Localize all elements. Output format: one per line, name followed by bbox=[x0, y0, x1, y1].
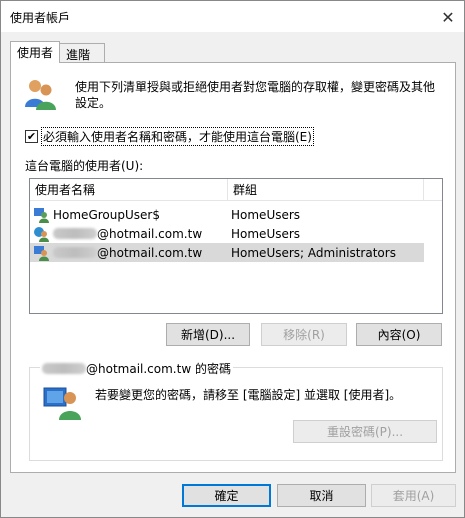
user-group: HomeUsers bbox=[231, 226, 301, 241]
user-accounts-dialog: 使用者帳戶 ✕ 使用者 進階 使用下列清單授與或拒絕使用者對您電腦的存取權，變更… bbox=[0, 0, 465, 518]
admin-user-icon bbox=[34, 245, 49, 261]
user-name: HomeGroupUser$ bbox=[53, 207, 160, 222]
user-listview[interactable]: 使用者名稱 群組 HomeGroupUser$ HomeUsers @hotma… bbox=[29, 178, 443, 314]
user-icon bbox=[34, 207, 49, 223]
user-icon bbox=[34, 226, 49, 242]
redacted-username-mask bbox=[53, 247, 97, 258]
title-bar: 使用者帳戶 ✕ bbox=[1, 1, 464, 32]
tab-advanced[interactable]: 進階 bbox=[59, 43, 105, 63]
redacted-username-mask bbox=[42, 363, 86, 374]
apply-button[interactable]: 套用(A) bbox=[371, 484, 456, 507]
list-header: 使用者名稱 群組 bbox=[30, 179, 442, 201]
password-group-text: 若要變更您的密碼，請移至 [電腦設定] 並選取 [使用者]。 bbox=[95, 388, 402, 402]
description-text: 使用下列清單授與或拒絕使用者對您電腦的存取權，變更密碼及其他設定。 bbox=[75, 80, 436, 110]
user-group: HomeUsers bbox=[231, 207, 301, 222]
user-name-cell: @hotmail.com.tw bbox=[30, 245, 228, 261]
close-icon[interactable]: ✕ bbox=[438, 7, 458, 27]
user-name: @hotmail.com.tw bbox=[97, 226, 203, 241]
password-group-title: @hotmail.com.tw 的密碼 bbox=[40, 360, 233, 377]
cancel-button[interactable]: 取消 bbox=[277, 484, 366, 507]
reset-password-button[interactable]: 重設密碼(P)... bbox=[293, 420, 437, 443]
ok-button[interactable]: 確定 bbox=[182, 484, 271, 507]
tab-advanced-label: 進階 bbox=[66, 48, 91, 62]
checkmark-icon: ✔ bbox=[26, 130, 37, 143]
require-login-label[interactable]: 必須輸入使用者名稱和密碼，才能使用這台電腦(E) bbox=[41, 127, 314, 146]
table-row[interactable]: HomeGroupUser$ HomeUsers bbox=[30, 205, 424, 224]
user-group: HomeUsers; Administrators bbox=[231, 245, 396, 260]
column-header-group[interactable]: 群組 bbox=[228, 179, 424, 201]
table-row-selected[interactable]: @hotmail.com.tw HomeUsers; Administrator… bbox=[30, 243, 424, 262]
user-name-cell: @hotmail.com.tw bbox=[30, 226, 228, 242]
user-list-label: 這台電腦的使用者(U): bbox=[25, 159, 144, 173]
require-login-checkbox[interactable]: ✔ bbox=[25, 130, 38, 143]
users-tab-panel: 使用下列清單授與或拒絕使用者對您電腦的存取權，變更密碼及其他設定。 ✔ 必須輸入… bbox=[10, 62, 456, 473]
remove-user-button[interactable]: 移除(R) bbox=[261, 323, 347, 346]
users-icon bbox=[25, 80, 56, 110]
window-title: 使用者帳戶 bbox=[10, 11, 71, 25]
add-user-button[interactable]: 新增(D)... bbox=[166, 323, 250, 346]
user-name: @hotmail.com.tw bbox=[97, 245, 203, 260]
table-row[interactable]: @hotmail.com.tw HomeUsers bbox=[30, 224, 424, 243]
password-group-title-text: @hotmail.com.tw 的密碼 bbox=[86, 362, 231, 376]
tab-users-label: 使用者 bbox=[17, 46, 54, 60]
properties-button[interactable]: 內容(O) bbox=[356, 323, 442, 346]
user-name-cell: HomeGroupUser$ bbox=[30, 207, 228, 223]
password-groupbox: @hotmail.com.tw 的密碼 若要變更您的密碼，請移至 [電腦設定] … bbox=[29, 360, 443, 461]
redacted-username-mask bbox=[53, 228, 97, 239]
column-header-username[interactable]: 使用者名稱 bbox=[30, 179, 228, 201]
require-login-row: ✔ 必須輸入使用者名稱和密碼，才能使用這台電腦(E) bbox=[25, 127, 314, 146]
password-user-icon bbox=[43, 387, 81, 420]
tab-users[interactable]: 使用者 bbox=[10, 41, 60, 63]
